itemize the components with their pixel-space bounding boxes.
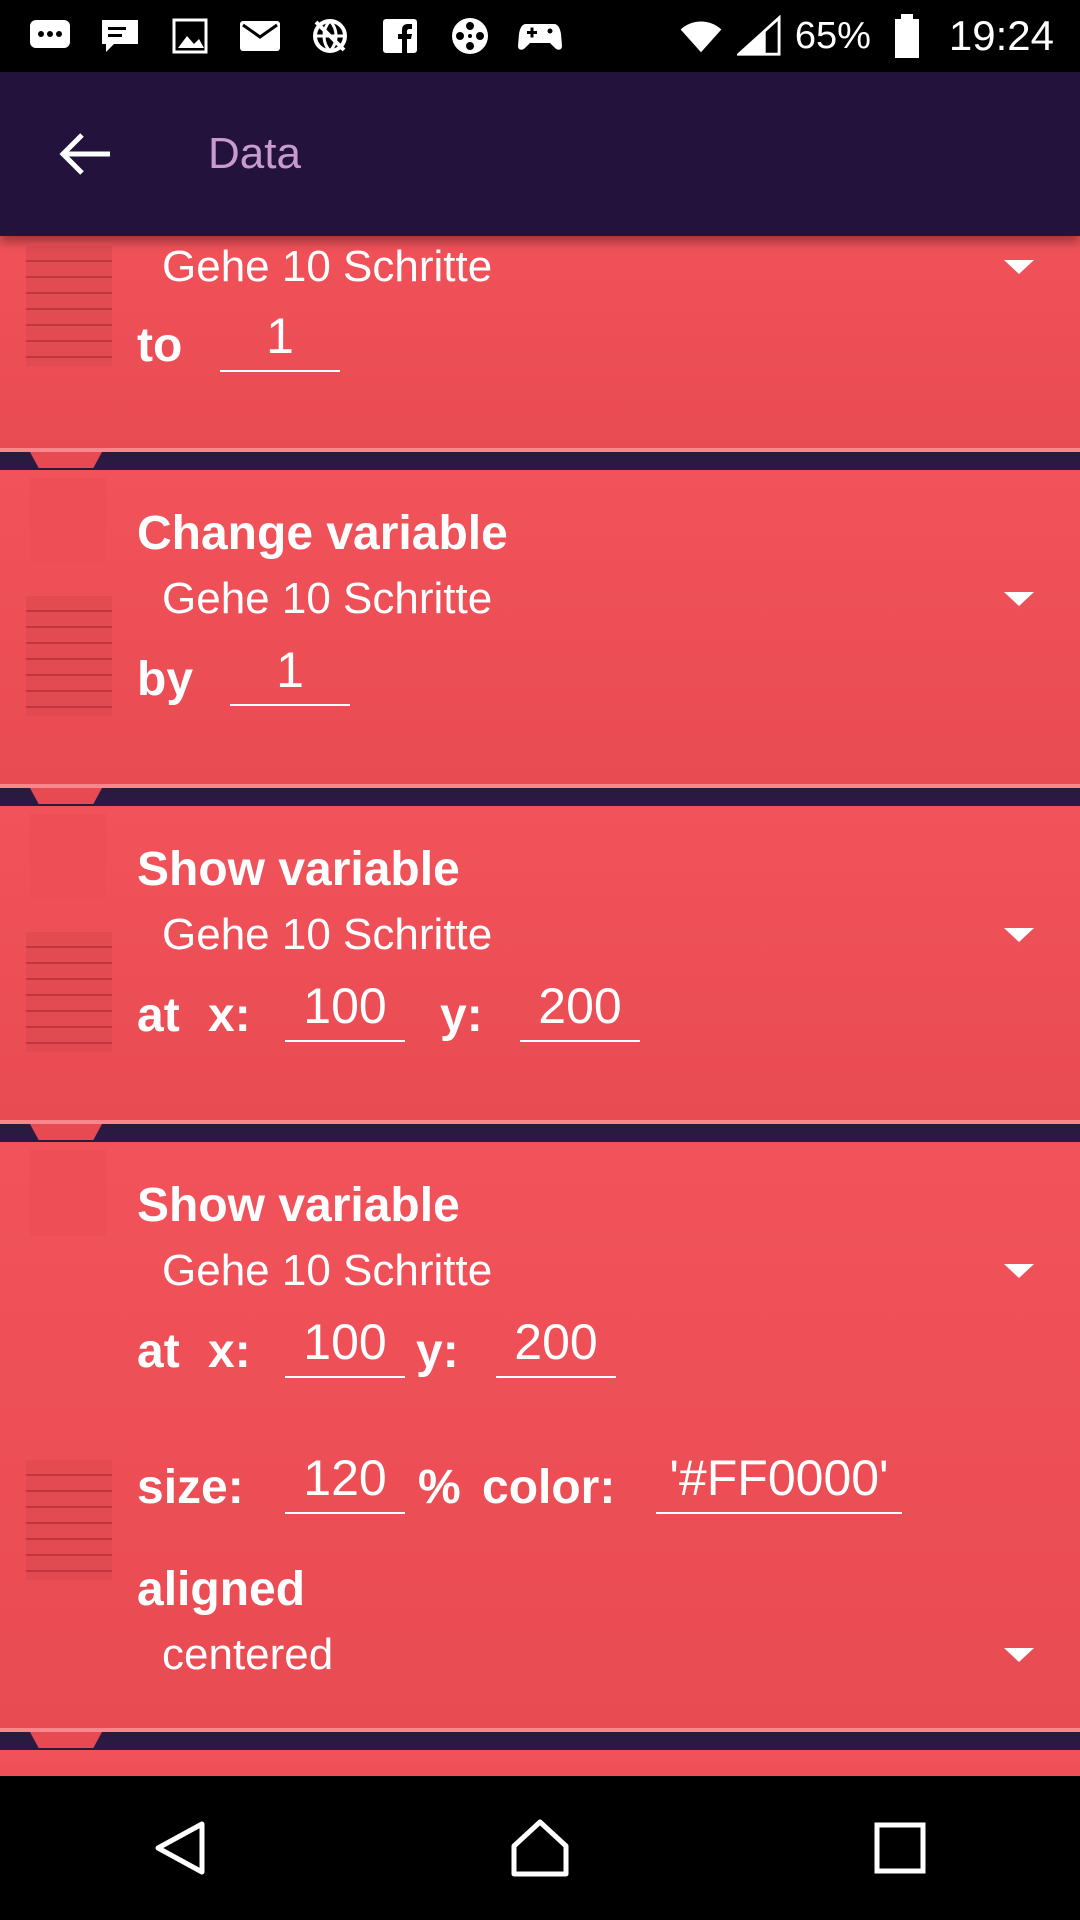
y-label: y: [416,1325,459,1378]
home-icon [511,1819,569,1877]
size-label: size: [137,1461,244,1514]
navigation-bar [0,1776,1080,1920]
film-reel-icon [448,16,492,56]
brick-list[interactable]: Gehe 10 Schritte to 1 Change variable Ge… [0,236,1080,1776]
at-label: at [137,989,180,1042]
y-value-field[interactable]: 200 [496,1312,616,1378]
page-title: Data [208,129,301,178]
brick-connector [30,788,102,804]
brick-tab-notch [30,814,106,900]
aligned-label: aligned [137,1563,306,1616]
square-recents-icon [874,1822,926,1874]
brick-tab-notch [30,478,106,564]
status-bar: 65% 19:24 [0,0,1080,72]
dropdown-arrow-icon [1004,1264,1034,1278]
size-value-field[interactable]: 120 [285,1448,405,1514]
color-label: color: [482,1461,616,1514]
y-label: y: [440,989,483,1042]
variable-dropdown-value: Gehe 10 Schritte [162,1246,493,1295]
cell-signal-icon [736,15,781,56]
dropdown-arrow-icon [1004,260,1034,274]
facebook-icon [378,16,422,56]
toolbar: Data [0,72,1080,236]
home-nav-button[interactable] [485,1793,595,1903]
brick-title: Show variable [137,1179,460,1232]
at-label: at [137,1325,180,1378]
variable-dropdown[interactable]: Gehe 10 Schritte [162,1240,1052,1302]
triangle-back-icon [155,1821,205,1875]
variable-dropdown-value: Gehe 10 Schritte [162,574,493,623]
variable-dropdown-value: Gehe 10 Schritte [162,910,493,959]
brick-connector [30,1732,102,1748]
mail-icon [238,16,282,56]
brick-connector [30,1124,102,1140]
drag-handle[interactable] [26,932,112,1052]
chat-bubble-icon [28,16,72,56]
by-value-field[interactable]: 1 [230,640,350,706]
battery-icon [885,14,929,58]
dropdown-arrow-icon [1004,928,1034,942]
back-button[interactable] [30,99,140,209]
clock: 19:24 [948,12,1054,59]
x-value-field[interactable]: 100 [285,976,405,1042]
dropdown-arrow-icon [1004,1648,1034,1662]
x-label: x: [208,989,251,1042]
variable-dropdown[interactable]: Gehe 10 Schritte [162,568,1052,630]
by-label: by [137,653,194,706]
globe-off-icon [308,16,352,56]
drag-handle[interactable] [26,246,112,366]
show-variable-brick[interactable]: Show variable Gehe 10 Schritte at x: 100… [0,1142,1080,1732]
dropdown-arrow-icon [1004,592,1034,606]
variable-dropdown-value: Gehe 10 Schritte [162,242,493,291]
variable-dropdown[interactable]: Gehe 10 Schritte [162,236,1052,298]
percent-label: % [418,1461,461,1514]
drag-handle[interactable] [26,1460,112,1580]
show-variable-brick[interactable]: Show variable Gehe 10 Schritte at x: 100… [0,806,1080,1124]
alignment-dropdown-value: centered [162,1630,334,1679]
brick-tab-notch [30,1150,106,1236]
color-value-field[interactable]: '#FF0000' [656,1448,902,1514]
battery-percent: 65% [794,14,871,57]
message-icon [98,16,142,56]
y-value-field[interactable]: 200 [520,976,640,1042]
alignment-dropdown[interactable]: centered [162,1624,1052,1686]
back-nav-button[interactable] [125,1793,235,1903]
to-value-field[interactable]: 1 [220,306,340,372]
drag-handle[interactable] [26,596,112,716]
arrow-back-icon [59,133,110,175]
brick-connector [30,452,102,468]
recents-nav-button[interactable] [845,1793,955,1903]
x-value-field[interactable]: 100 [285,1312,405,1378]
change-variable-brick[interactable]: Change variable Gehe 10 Schritte by 1 [0,470,1080,788]
wifi-icon [679,16,723,56]
brick-title: Show variable [137,843,460,896]
next-brick[interactable] [0,1750,1080,1776]
to-label: to [137,319,183,372]
variable-dropdown[interactable]: Gehe 10 Schritte [162,904,1052,966]
game-controller-icon [518,16,562,56]
x-label: x: [208,1325,251,1378]
set-variable-brick[interactable]: Gehe 10 Schritte to 1 [0,236,1080,452]
image-icon [168,16,212,56]
brick-title: Change variable [137,507,508,560]
